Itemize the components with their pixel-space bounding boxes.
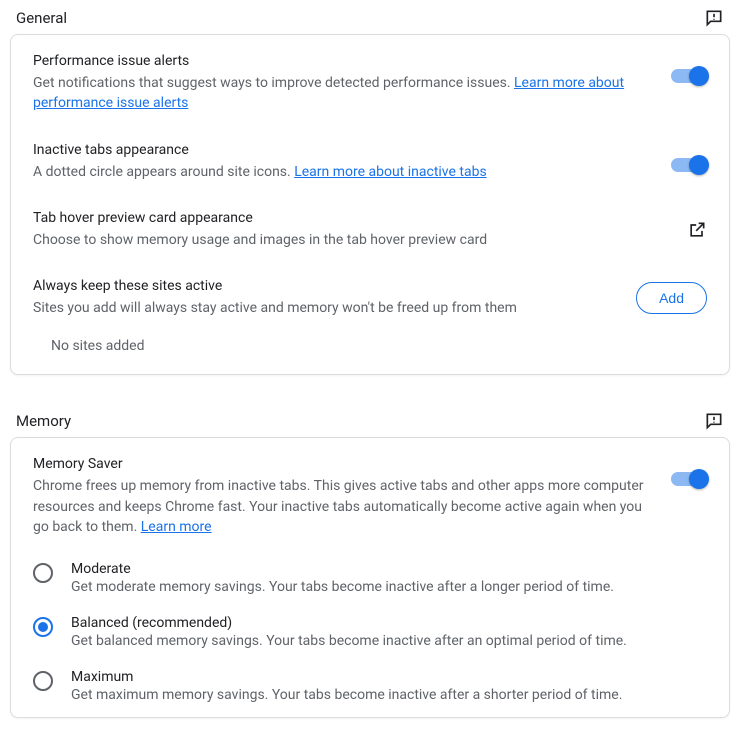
memory-saver-learn-more[interactable]: Learn more xyxy=(141,519,212,535)
general-card: Performance issue alerts Get notificatio… xyxy=(10,34,730,375)
memory-saver-desc: Chrome frees up memory from inactive tab… xyxy=(33,476,653,537)
hover-preview-text: Tab hover preview card appearance Choose… xyxy=(33,210,669,250)
open-in-new-icon[interactable] xyxy=(687,220,707,240)
performance-alerts-toggle[interactable] xyxy=(671,67,707,85)
inactive-tabs-text: Inactive tabs appearance A dotted circle… xyxy=(33,142,653,182)
radio-balanced-label: Balanced (recommended) xyxy=(71,615,707,631)
memory-header: Memory xyxy=(10,403,730,437)
inactive-tabs-learn-more[interactable]: Learn more about inactive tabs xyxy=(294,164,486,180)
performance-alerts-desc-text: Get notifications that suggest ways to i… xyxy=(33,75,514,91)
radio-moderate[interactable] xyxy=(33,563,53,583)
keep-sites-desc: Sites you add will always stay active an… xyxy=(33,298,618,318)
keep-sites-text: Always keep these sites active Sites you… xyxy=(33,278,618,318)
inactive-tabs-toggle[interactable] xyxy=(671,156,707,174)
radio-maximum-label: Maximum xyxy=(71,669,707,685)
general-title: General xyxy=(16,9,67,27)
inactive-tabs-row: Inactive tabs appearance A dotted circle… xyxy=(11,128,729,196)
no-sites-label: No sites added xyxy=(11,332,729,370)
add-site-button[interactable]: Add xyxy=(636,282,707,314)
inactive-tabs-title: Inactive tabs appearance xyxy=(33,142,653,158)
memory-option-moderate[interactable]: Moderate Get moderate memory savings. Yo… xyxy=(11,551,729,605)
keep-sites-title: Always keep these sites active xyxy=(33,278,618,294)
performance-alerts-desc: Get notifications that suggest ways to i… xyxy=(33,73,653,114)
memory-saver-title: Memory Saver xyxy=(33,456,653,472)
memory-option-maximum[interactable]: Maximum Get maximum memory savings. Your… xyxy=(11,659,729,713)
performance-alerts-text: Performance issue alerts Get notificatio… xyxy=(33,53,653,114)
inactive-tabs-desc-text: A dotted circle appears around site icon… xyxy=(33,164,294,180)
memory-title: Memory xyxy=(16,412,71,430)
radio-moderate-text: Moderate Get moderate memory savings. Yo… xyxy=(71,561,707,595)
radio-maximum[interactable] xyxy=(33,671,53,691)
radio-balanced-desc: Get balanced memory savings. Your tabs b… xyxy=(71,633,707,649)
radio-moderate-label: Moderate xyxy=(71,561,707,577)
radio-balanced[interactable] xyxy=(33,617,53,637)
radio-balanced-text: Balanced (recommended) Get balanced memo… xyxy=(71,615,707,649)
feedback-icon[interactable] xyxy=(704,411,724,431)
radio-maximum-desc: Get maximum memory savings. Your tabs be… xyxy=(71,687,707,703)
inactive-tabs-desc: A dotted circle appears around site icon… xyxy=(33,162,653,182)
memory-saver-desc-text: Chrome frees up memory from inactive tab… xyxy=(33,478,644,535)
hover-preview-title: Tab hover preview card appearance xyxy=(33,210,669,226)
hover-preview-row[interactable]: Tab hover preview card appearance Choose… xyxy=(11,196,729,264)
memory-saver-text: Memory Saver Chrome frees up memory from… xyxy=(33,456,653,537)
memory-option-balanced[interactable]: Balanced (recommended) Get balanced memo… xyxy=(11,605,729,659)
hover-preview-desc: Choose to show memory usage and images i… xyxy=(33,230,669,250)
memory-card: Memory Saver Chrome frees up memory from… xyxy=(10,437,730,718)
memory-saver-row: Memory Saver Chrome frees up memory from… xyxy=(11,442,729,551)
performance-alerts-row: Performance issue alerts Get notificatio… xyxy=(11,39,729,128)
memory-saver-toggle[interactable] xyxy=(671,470,707,488)
radio-moderate-desc: Get moderate memory savings. Your tabs b… xyxy=(71,579,707,595)
radio-maximum-text: Maximum Get maximum memory savings. Your… xyxy=(71,669,707,703)
performance-alerts-title: Performance issue alerts xyxy=(33,53,653,69)
general-header: General xyxy=(10,0,730,34)
feedback-icon[interactable] xyxy=(704,8,724,28)
keep-sites-row: Always keep these sites active Sites you… xyxy=(11,264,729,332)
